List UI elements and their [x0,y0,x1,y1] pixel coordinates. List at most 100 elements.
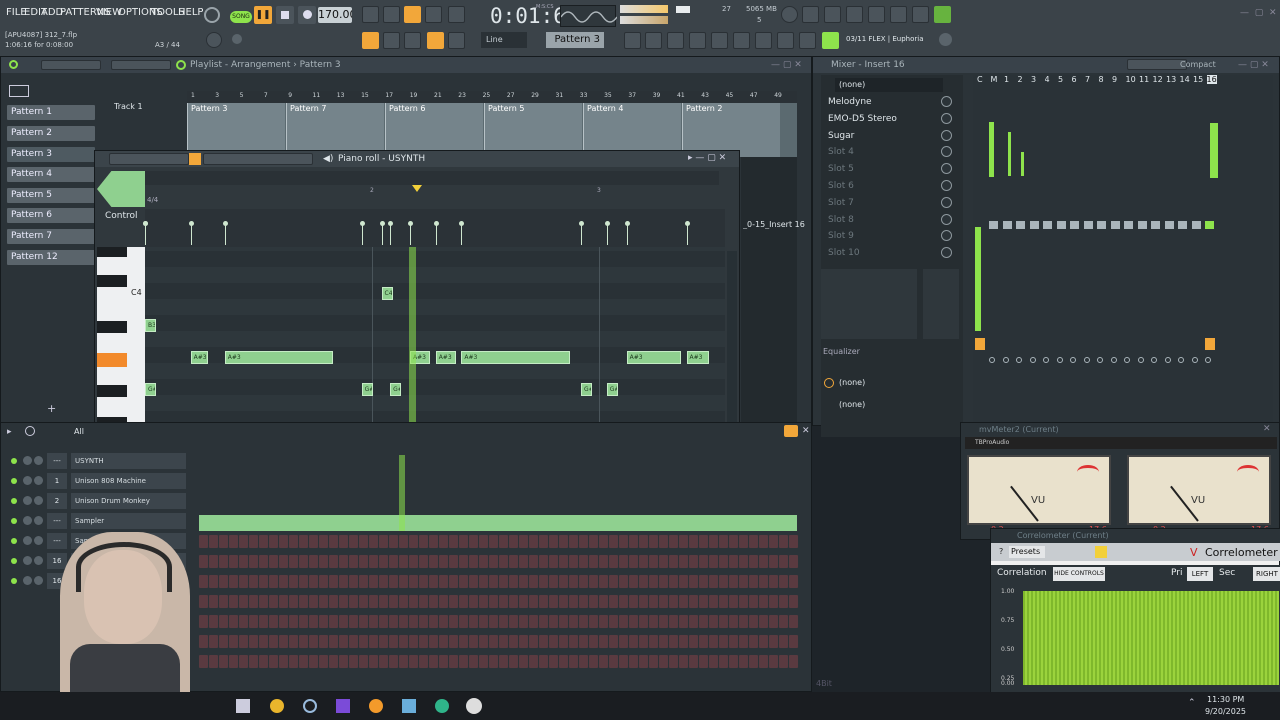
velocity-bar[interactable] [390,223,392,245]
mixer-channel-number[interactable]: 15 [1193,75,1203,84]
mvmeter-close-icon[interactable]: ✕ [1263,424,1271,434]
step-button[interactable] [449,575,458,588]
step-button[interactable] [569,615,578,628]
pianoroll-window-controls[interactable]: ▸ — ▢ ✕ [688,153,726,163]
step-button[interactable] [449,635,458,648]
graph-editor-icon[interactable] [784,425,798,437]
step-button[interactable] [279,555,288,568]
step-button[interactable] [669,595,678,608]
channel-mixer-number[interactable]: --- [47,533,67,549]
piano-roll-note[interactable]: A#3 [224,351,334,364]
step-button[interactable] [199,655,208,668]
step-button[interactable] [419,555,428,568]
mixer-fader[interactable] [1191,221,1201,229]
step-button[interactable] [449,615,458,628]
step-button[interactable] [389,575,398,588]
step-button[interactable] [789,555,798,568]
channel-led[interactable] [11,578,17,584]
channel-pan-knob[interactable] [23,496,32,505]
mixer-channel-number[interactable]: 5 [1058,75,1063,84]
step-button[interactable] [569,535,578,548]
step-button[interactable] [339,635,348,648]
step-button[interactable] [439,655,448,668]
step-button[interactable] [429,635,438,648]
step-button[interactable] [219,615,228,628]
step-button[interactable] [379,595,388,608]
step-button[interactable] [579,595,588,608]
piano-roll-note[interactable]: A#3 [686,351,710,364]
step-button[interactable] [609,575,618,588]
channel-vol-knob[interactable] [34,456,43,465]
step-button[interactable] [659,575,668,588]
step-button[interactable] [429,655,438,668]
step-button[interactable] [459,575,468,588]
add-pattern-icon[interactable]: + [47,402,56,415]
step-button[interactable] [759,535,768,548]
step-button[interactable] [329,535,338,548]
step-button[interactable] [449,535,458,548]
channel-mixer-number[interactable]: 2 [47,493,67,509]
velocity-handle[interactable] [359,221,365,226]
step-button[interactable] [559,575,568,588]
step-button[interactable] [709,615,718,628]
step-button[interactable] [259,575,268,588]
step-button[interactable] [599,595,608,608]
step-button[interactable] [599,635,608,648]
step-button[interactable] [519,555,528,568]
brush-icon[interactable] [777,32,794,49]
piano-roll-note[interactable]: G#3 [581,383,593,396]
step-button[interactable] [509,615,518,628]
clock-date[interactable]: 9/20/2025 [1205,707,1246,716]
pattern-item-5[interactable]: Pattern 5 [7,188,95,203]
step-button[interactable] [479,635,488,648]
step-button[interactable] [349,615,358,628]
step-button[interactable] [439,635,448,648]
correlometer-help-icon[interactable]: ? [999,547,1003,556]
step-button[interactable] [239,575,248,588]
channel-mixer-number[interactable]: 1 [47,473,67,489]
step-button[interactable] [239,535,248,548]
step-button[interactable] [499,595,508,608]
channel-pan-knob[interactable] [23,516,32,525]
step-button[interactable] [369,615,378,628]
step-button[interactable] [519,575,528,588]
step-button[interactable] [389,535,398,548]
step-button[interactable] [629,595,638,608]
step-button[interactable] [729,615,738,628]
step-button[interactable] [459,535,468,548]
black-key[interactable] [97,321,127,333]
step-button[interactable] [589,535,598,548]
step-button[interactable] [289,655,298,668]
step-button[interactable] [739,635,748,648]
effect-slot[interactable]: EMO-D5 Stereo [825,112,935,126]
step-button[interactable] [579,615,588,628]
magnet-icon[interactable] [404,32,421,49]
step-button[interactable] [659,635,668,648]
step-button[interactable] [599,575,608,588]
step-button[interactable] [789,615,798,628]
step-button[interactable] [489,655,498,668]
step-button[interactable] [339,615,348,628]
vertical-scrollbar[interactable] [727,251,737,441]
step-button[interactable] [209,635,218,648]
channel-mixer-number[interactable]: --- [47,453,67,469]
active-key[interactable] [97,353,127,367]
step-button[interactable] [579,535,588,548]
step-button[interactable] [669,635,678,648]
flex-icon[interactable] [822,32,839,49]
velocity-bar[interactable] [626,223,628,245]
step-button[interactable] [769,555,778,568]
menu-help[interactable]: HELP [178,7,203,18]
step-button[interactable] [549,555,558,568]
arrow-tool-icon[interactable] [97,93,109,105]
step-button[interactable] [639,635,648,648]
app-icon-4[interactable] [435,699,449,713]
step-button[interactable] [429,575,438,588]
step-button[interactable] [459,615,468,628]
step-button[interactable] [379,555,388,568]
search-icon[interactable] [303,699,317,713]
step-button[interactable] [609,615,618,628]
channel-pan-knob[interactable] [23,476,32,485]
piano-keyboard-icon[interactable] [9,85,29,97]
bell-icon[interactable] [448,32,465,49]
